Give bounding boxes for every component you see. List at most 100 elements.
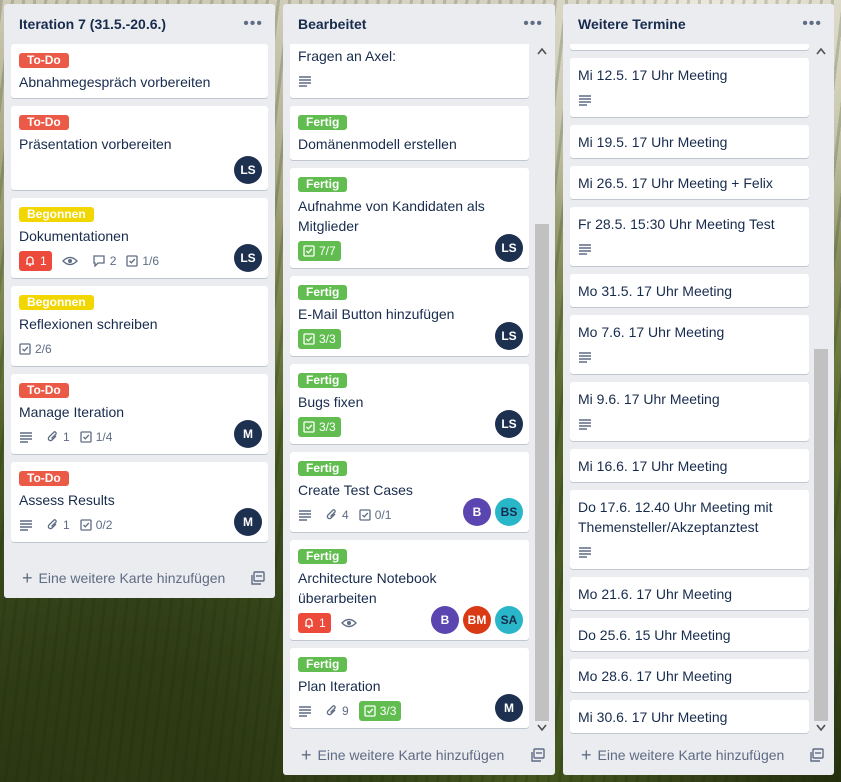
- scroll-thumb[interactable]: [814, 349, 828, 721]
- description-badge: [578, 414, 596, 434]
- description-badge: [578, 542, 596, 562]
- card[interactable]: To-Do Abnahmegespräch vorbereiten: [11, 44, 268, 98]
- card-partial[interactable]: [570, 44, 809, 50]
- paperclip-icon: [326, 509, 336, 520]
- list-header: Bearbeitet •••: [283, 4, 555, 44]
- card[interactable]: Mi 30.6. 17 Uhr Meeting: [570, 700, 809, 733]
- card[interactable]: Mi 16.6. 17 Uhr Meeting: [570, 449, 809, 482]
- list-title[interactable]: Weitere Termine: [578, 16, 686, 32]
- card-template-button[interactable]: [251, 571, 265, 585]
- card[interactable]: Fr 28.5. 15:30 Uhr Meeting Test: [570, 207, 809, 266]
- card[interactable]: Mi 12.5. 17 Uhr Meeting: [570, 58, 809, 117]
- member-avatar[interactable]: M: [234, 420, 262, 448]
- card[interactable]: Fertig Create Test Cases 4 0/1 B BS: [290, 452, 529, 532]
- notification-badge: 1: [19, 251, 52, 271]
- list-menu-button[interactable]: •••: [239, 13, 267, 35]
- label-todo: To-Do: [19, 471, 69, 486]
- card[interactable]: Do 17.6. 12.40 Uhr Meeting mit Themenste…: [570, 490, 809, 569]
- label-begonnen: Begonnen: [19, 295, 94, 310]
- member-avatar[interactable]: BM: [463, 606, 491, 634]
- member-avatar[interactable]: LS: [495, 234, 523, 262]
- list-title[interactable]: Bearbeitet: [298, 16, 366, 32]
- card-title: Präsentation vorbereiten: [19, 136, 172, 152]
- attachments-badge: 4: [326, 505, 349, 525]
- scroll-up-arrow-icon[interactable]: [535, 44, 549, 58]
- card[interactable]: Mo 31.5. 17 Uhr Meeting: [570, 274, 809, 307]
- card[interactable]: Mo 7.6. 17 Uhr Meeting: [570, 315, 809, 374]
- member-avatar[interactable]: BS: [495, 498, 523, 526]
- card-title: Mo 21.6. 17 Uhr Meeting: [578, 586, 733, 602]
- template-icon: [531, 748, 545, 762]
- card[interactable]: Mi 26.5. 17 Uhr Meeting + Felix: [570, 166, 809, 199]
- card[interactable]: Fragen an Axel:: [290, 44, 529, 98]
- list-scrollbar[interactable]: [814, 44, 828, 735]
- card[interactable]: Begonnen Reflexionen schreiben 2/6: [11, 286, 268, 366]
- card[interactable]: Mo 21.6. 17 Uhr Meeting: [570, 577, 809, 610]
- label-todo: To-Do: [19, 115, 69, 130]
- description-icon: [20, 432, 32, 443]
- checklist-icon: [80, 431, 92, 443]
- label-todo: To-Do: [19, 53, 69, 68]
- list-weitere-termine: Weitere Termine ••• Mi 12.5. 17 Uhr Meet…: [563, 4, 834, 775]
- card[interactable]: Mi 9.6. 17 Uhr Meeting: [570, 382, 809, 441]
- label-fertig: Fertig: [298, 549, 348, 564]
- member-avatar[interactable]: B: [463, 498, 491, 526]
- card-title: Mo 7.6. 17 Uhr Meeting: [578, 324, 725, 340]
- label-fertig: Fertig: [298, 177, 348, 192]
- member-avatar[interactable]: M: [495, 694, 523, 722]
- checklist-complete-badge: 3/3: [358, 701, 402, 721]
- scroll-down-arrow-icon[interactable]: [814, 721, 828, 735]
- checklist-icon: [364, 705, 376, 717]
- member-avatar[interactable]: LS: [234, 156, 262, 184]
- bell-icon: [305, 618, 313, 629]
- list-scrollbar[interactable]: [535, 44, 549, 735]
- list-title[interactable]: Iteration 7 (31.5.-20.6.): [19, 16, 166, 32]
- member-avatar[interactable]: LS: [495, 410, 523, 438]
- checklist-complete-badge: 7/7: [298, 241, 341, 261]
- card[interactable]: Fertig Plan Iteration 9 3/3 M: [290, 648, 529, 728]
- card[interactable]: Fertig Architecture Notebook überarbeite…: [290, 540, 529, 640]
- description-icon: [299, 706, 311, 717]
- add-card-button[interactable]: + Eine weitere Karte hinzufügen: [301, 746, 504, 764]
- member-avatar[interactable]: SA: [495, 606, 523, 634]
- member-avatar[interactable]: B: [431, 606, 459, 634]
- scroll-up-arrow-icon[interactable]: [814, 44, 828, 58]
- card-template-button[interactable]: [531, 748, 545, 762]
- card[interactable]: Fertig Domänenmodell erstellen: [290, 106, 529, 160]
- scroll-thumb[interactable]: [535, 224, 549, 721]
- add-card-button[interactable]: + Eine weitere Karte hinzufügen: [22, 568, 225, 588]
- scroll-down-arrow-icon[interactable]: [535, 721, 549, 735]
- plus-icon: +: [22, 568, 33, 588]
- member-avatar[interactable]: LS: [495, 322, 523, 350]
- card[interactable]: To-Do Manage Iteration 1 1/4 M: [11, 374, 268, 454]
- checklist-icon: [303, 245, 315, 257]
- card[interactable]: Fertig E-Mail Button hinzufügen 3/3 LS: [290, 276, 529, 356]
- card[interactable]: To-Do Assess Results 1 0/2 M: [11, 462, 268, 542]
- card[interactable]: Mi 19.5. 17 Uhr Meeting: [570, 125, 809, 158]
- card[interactable]: Fertig Bugs fixen 3/3 LS: [290, 364, 529, 444]
- card[interactable]: Do 25.6. 15 Uhr Meeting: [570, 618, 809, 651]
- list-menu-button[interactable]: •••: [798, 13, 826, 35]
- description-badge: [578, 90, 596, 110]
- member-avatar[interactable]: LS: [234, 244, 262, 272]
- comment-icon: [93, 255, 105, 267]
- card-template-button[interactable]: [810, 748, 824, 762]
- card[interactable]: Fertig Aufnahme von Kandidaten als Mitgl…: [290, 168, 529, 268]
- description-badge: [298, 71, 316, 91]
- member-avatar[interactable]: M: [234, 508, 262, 536]
- card-title: Mi 26.5. 17 Uhr Meeting + Felix: [578, 175, 773, 191]
- card[interactable]: Begonnen Dokumentationen 1 2 1/6 LS: [11, 198, 268, 278]
- card-title: Dokumentationen: [19, 228, 129, 244]
- card[interactable]: To-Do Präsentation vorbereiten LS: [11, 106, 268, 190]
- card[interactable]: Mo 28.6. 17 Uhr Meeting: [570, 659, 809, 692]
- description-icon: [579, 547, 591, 558]
- add-card-button[interactable]: + Eine weitere Karte hinzufügen: [581, 746, 784, 764]
- card-title: Mo 31.5. 17 Uhr Meeting: [578, 283, 733, 299]
- checklist-icon: [303, 421, 315, 433]
- card-title: Mi 16.6. 17 Uhr Meeting: [578, 458, 728, 474]
- checklist-icon: [80, 519, 92, 531]
- label-fertig: Fertig: [298, 373, 348, 388]
- list-cards: Mi 12.5. 17 Uhr Meeting Mi 19.5. 17 Uhr …: [563, 44, 834, 735]
- list-menu-button[interactable]: •••: [519, 13, 547, 35]
- card-title: Assess Results: [19, 492, 115, 508]
